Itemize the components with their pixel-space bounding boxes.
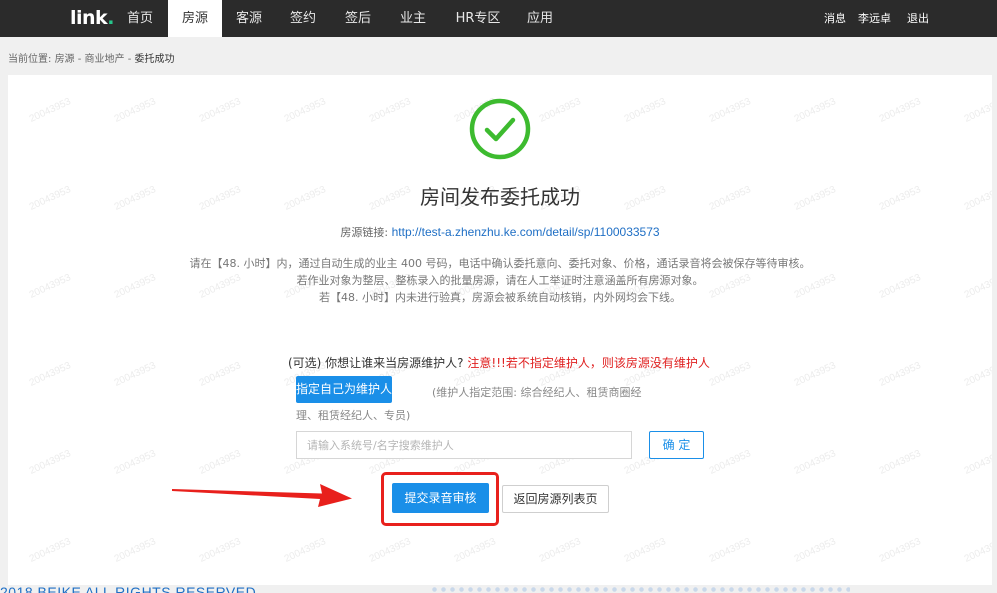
watermark-text: 20043953 xyxy=(112,96,158,125)
breadcrumb: 当前位置: 房源 - 商业地产 - 委托成功 xyxy=(8,50,175,65)
nav-item-home[interactable]: 首页 xyxy=(115,0,165,37)
back-to-listings-button[interactable]: 返回房源列表页 xyxy=(502,485,609,513)
nav-item-contracts[interactable]: 签约 xyxy=(278,0,328,37)
watermark-text: 20043953 xyxy=(707,96,753,125)
annotation-arrow-icon xyxy=(172,484,352,507)
watermark-text: 20043953 xyxy=(197,96,243,125)
watermark-text: 20043953 xyxy=(622,96,668,125)
maintainer-question-text: (可选) 你想让谁来当房源维护人? xyxy=(288,356,464,370)
watermark-text: 20043953 xyxy=(792,448,838,477)
watermark-text: 20043953 xyxy=(27,360,73,389)
watermark-text: 20043953 xyxy=(877,272,923,301)
maintainer-question: (可选) 你想让谁来当房源维护人? 注意!!!若不指定维护人，则该房源没有维护人 xyxy=(288,354,710,371)
nav-item-hr[interactable]: HR专区 xyxy=(448,0,508,37)
breadcrumb-current: 委托成功 xyxy=(134,54,175,65)
confirm-button[interactable]: 确 定 xyxy=(649,431,704,459)
watermark-text: 20043953 xyxy=(112,536,158,565)
watermark-text: 20043953 xyxy=(537,96,583,125)
watermark-text: 20043953 xyxy=(197,360,243,389)
user-name[interactable]: 李远卓 xyxy=(858,0,891,37)
watermark-text: 20043953 xyxy=(962,96,992,125)
watermark-text: 20043953 xyxy=(707,536,753,565)
watermark-text: 20043953 xyxy=(877,536,923,565)
top-nav-bar: link. 首页 房源 客源 签约 签后 业主 HR专区 应用 消息 李远卓 退… xyxy=(0,0,997,37)
listing-link-label: 房源链接: xyxy=(340,226,389,239)
watermark-text: 20043953 xyxy=(877,448,923,477)
watermark-text: 20043953 xyxy=(367,536,413,565)
watermark-text: 20043953 xyxy=(792,360,838,389)
instruction-line-3: 若【48. 小时】内未进行验真，房源会被系统自动核销，内外网均会下线。 xyxy=(319,291,681,304)
watermark-text: 20043953 xyxy=(367,96,413,125)
watermark-text: 20043953 xyxy=(112,272,158,301)
instructions: 请在【48. 小时】内，通过自动生成的业主 400 号码，电话中确认委托意向、委… xyxy=(168,255,832,306)
watermark-text: 20043953 xyxy=(282,96,328,125)
watermark-text: 20043953 xyxy=(112,360,158,389)
maintainer-warning: 注意!!!若不指定维护人，则该房源没有维护人 xyxy=(467,356,710,370)
main-panel: 20043953 20043953 20043953 20043953 20043953… xyxy=(8,75,992,585)
watermark-text: 20043953 xyxy=(792,536,838,565)
success-check-icon xyxy=(469,98,531,160)
footer-copyright: 2018 BEIKE ALL RIGHTS RESERVED xyxy=(0,584,257,593)
page-title: 房间发布委托成功 xyxy=(420,185,580,209)
brand-logo[interactable]: link. xyxy=(70,7,114,29)
watermark-text: 20043953 xyxy=(282,536,328,565)
nav-item-clients[interactable]: 客源 xyxy=(224,0,274,37)
watermark-text: 20043953 xyxy=(622,536,668,565)
watermark-text: 20043953 xyxy=(27,536,73,565)
watermark-text: 20043953 xyxy=(112,448,158,477)
footer-decoration xyxy=(430,586,850,593)
breadcrumb-path[interactable]: 房源 - 商业地产 - xyxy=(55,54,132,65)
watermark-text: 20043953 xyxy=(877,96,923,125)
listing-link[interactable]: http://test-a.zhenzhu.ke.com/detail/sp/1… xyxy=(392,225,660,239)
watermark-text: 20043953 xyxy=(197,448,243,477)
instruction-line-1: 请在【48. 小时】内，通过自动生成的业主 400 号码，电话中确认委托意向、委… xyxy=(189,257,811,270)
breadcrumb-prefix: 当前位置: xyxy=(8,54,52,65)
watermark-text: 20043953 xyxy=(962,448,992,477)
watermark-text: 20043953 xyxy=(27,448,73,477)
assign-self-button[interactable]: 指定自己为维护人 xyxy=(296,376,392,403)
instruction-line-2: 若作业对象为整层、整栋录入的批量房源，请在人工举证时注意涵盖所有房源对象。 xyxy=(296,274,704,287)
maintainer-search-input[interactable] xyxy=(296,431,632,459)
watermark-text: 20043953 xyxy=(962,272,992,301)
watermark-text: 20043953 xyxy=(707,448,753,477)
watermark-text: 20043953 xyxy=(27,96,73,125)
watermark-text: 20043953 xyxy=(962,536,992,565)
submit-recording-review-button[interactable]: 提交录音审核 xyxy=(392,483,489,513)
watermark-text: 20043953 xyxy=(537,536,583,565)
watermark-text: 20043953 xyxy=(707,360,753,389)
nav-item-apps[interactable]: 应用 xyxy=(515,0,565,37)
watermark-text: 20043953 xyxy=(792,96,838,125)
messages-link[interactable]: 消息 xyxy=(824,0,846,37)
listing-link-row: 房源链接: http://test-a.zhenzhu.ke.com/detai… xyxy=(8,224,992,240)
watermark-text: 20043953 xyxy=(27,272,73,301)
nav-item-post-sign[interactable]: 签后 xyxy=(333,0,383,37)
watermark-text: 20043953 xyxy=(197,536,243,565)
nav-item-owners[interactable]: 业主 xyxy=(388,0,438,37)
watermark-text: 20043953 xyxy=(877,360,923,389)
nav-item-listings[interactable]: 房源 xyxy=(168,0,222,37)
watermark-text: 20043953 xyxy=(962,360,992,389)
logout-link[interactable]: 退出 xyxy=(907,0,929,37)
watermark-text: 20043953 xyxy=(452,536,498,565)
